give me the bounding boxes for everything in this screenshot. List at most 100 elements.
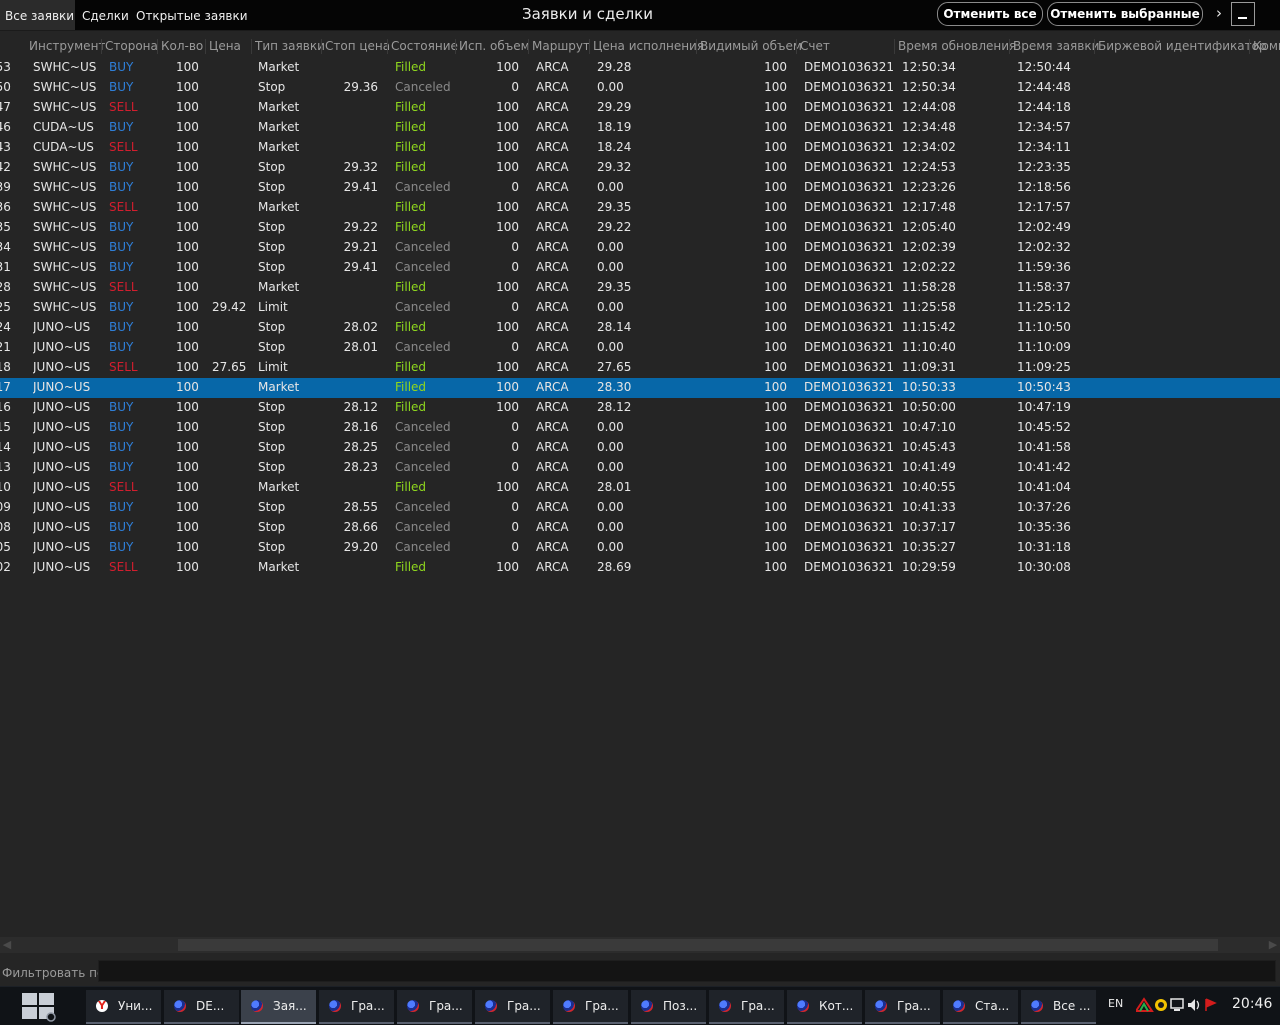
cell-filled: 0: [511, 420, 519, 434]
table-row[interactable]: 047 SWHC~US SELL 100 Market Filled 100 ARCA 29.2…: [0, 98, 1280, 118]
column-header-order-type[interactable]: Тип заявки: [255, 37, 325, 55]
column-header-stop-price[interactable]: Стоп цена: [325, 37, 390, 55]
cell-side: BUY: [109, 420, 134, 434]
column-divider[interactable]: [321, 39, 322, 54]
table-row[interactable]: 034 SWHC~US BUY 100 Stop 29.21 Canceled 0 ARCA 0.…: [0, 238, 1280, 258]
taskbar-item[interactable]: Гра...: [475, 990, 550, 1024]
table-row[interactable]: 050 SWHC~US BUY 100 Stop 29.36 Canceled 0 ARCA 0.…: [0, 78, 1280, 98]
horizontal-scrollbar[interactable]: ◀ ▶: [0, 937, 1280, 953]
scrollbar-thumb[interactable]: [178, 939, 1218, 951]
minimize-button[interactable]: [1231, 2, 1255, 26]
taskbar-item[interactable]: Гра...: [553, 990, 628, 1024]
cell-stop: [330, 478, 378, 498]
filter-bar: Фильтровать по: [0, 959, 1280, 985]
cell-stop: [330, 118, 378, 138]
cell-status: Filled: [395, 200, 427, 214]
taskbar-item[interactable]: Зая...: [241, 990, 316, 1024]
table-row[interactable]: 014 JUNO~US BUY 100 Stop 28.25 Canceled 0 ARCA 0.…: [0, 438, 1280, 458]
column-divider[interactable]: [455, 39, 456, 54]
table-row[interactable]: 039 SWHC~US BUY 100 Stop 29.41 Canceled 0 ARCA 0.…: [0, 178, 1280, 198]
filter-input[interactable]: [98, 960, 1276, 982]
cell-account: DEMO1036321: [804, 220, 895, 234]
cancel-selected-button[interactable]: Отменить выбранные: [1047, 2, 1203, 26]
column-header-qty[interactable]: Кол-во: [161, 37, 203, 55]
table-row[interactable]: 031 SWHC~US BUY 100 Stop 29.41 Canceled 0 ARCA 0.…: [0, 258, 1280, 278]
table-row[interactable]: 009 JUNO~US BUY 100 Stop 28.55 Canceled 0 ARCA 0.…: [0, 498, 1280, 518]
column-header-exec-price[interactable]: Цена исполнения: [593, 37, 704, 55]
column-header-filled-qty[interactable]: Исп. объем: [459, 37, 530, 55]
column-header-side[interactable]: Сторона: [105, 37, 158, 55]
cell-id: 035: [0, 220, 11, 234]
table-row[interactable]: 005 JUNO~US BUY 100 Stop 29.20 Canceled 0 ARCA 0.…: [0, 538, 1280, 558]
table-row[interactable]: 053 SWHC~US BUY 100 Market Filled 100 ARCA 29.28…: [0, 58, 1280, 78]
column-divider[interactable]: [205, 39, 206, 54]
column-header-route[interactable]: Маршрут: [532, 37, 590, 55]
table-row[interactable]: 024 JUNO~US BUY 100 Stop 28.02 Filled 100 ARCA 28…: [0, 318, 1280, 338]
cell-visible: 100: [764, 420, 787, 434]
column-header-instrument[interactable]: Инструмент: [29, 37, 105, 55]
input-language[interactable]: EN: [1108, 997, 1123, 1010]
table-row[interactable]: 035 SWHC~US BUY 100 Stop 29.22 Filled 100 ARCA 29…: [0, 218, 1280, 238]
column-header-account[interactable]: Счет: [800, 37, 830, 55]
taskbar-item[interactable]: Все ...: [1021, 990, 1096, 1024]
column-header-update-time[interactable]: Время обновления: [898, 37, 1016, 55]
taskbar-item[interactable]: Гра...: [865, 990, 940, 1024]
taskbar-item[interactable]: Гра...: [397, 990, 472, 1024]
column-divider[interactable]: [589, 39, 590, 54]
scroll-right-icon[interactable]: ▶: [1266, 937, 1280, 953]
taskbar-item[interactable]: Кот...: [787, 990, 862, 1024]
column-divider[interactable]: [101, 39, 102, 54]
table-row[interactable]: 017 JUNO~US 100 Market Filled 100 ARCA 28.30 100…: [0, 378, 1280, 398]
column-header-price[interactable]: Цена: [209, 37, 241, 55]
column-header-status[interactable]: Состояние: [391, 37, 458, 55]
taskbar-item[interactable]: Поз...: [631, 990, 706, 1024]
table-row[interactable]: 008 JUNO~US BUY 100 Stop 28.66 Canceled 0 ARCA 0.…: [0, 518, 1280, 538]
column-divider[interactable]: [1094, 39, 1095, 54]
column-divider[interactable]: [528, 39, 529, 54]
table-row[interactable]: 016 JUNO~US BUY 100 Stop 28.12 Filled 100 ARCA 28…: [0, 398, 1280, 418]
column-divider[interactable]: [1249, 39, 1250, 54]
start-button[interactable]: [20, 990, 58, 1022]
taskbar-item[interactable]: Гра...: [709, 990, 784, 1024]
cancel-all-button[interactable]: Отменить все: [937, 2, 1043, 26]
taskbar-item[interactable]: DE...: [164, 990, 239, 1024]
column-header-exchange-id[interactable]: Биржевой идентификатор: [1098, 37, 1267, 55]
system-tray[interactable]: [1134, 995, 1220, 1015]
column-header-comment[interactable]: Комм: [1253, 37, 1280, 55]
column-divider[interactable]: [696, 39, 697, 54]
scroll-left-icon[interactable]: ◀: [0, 937, 14, 953]
taskbar-item[interactable]: Гра...: [319, 990, 394, 1024]
column-divider[interactable]: [157, 39, 158, 54]
column-divider[interactable]: [894, 39, 895, 54]
table-row[interactable]: 043 CUDA~US SELL 100 Market Filled 100 ARCA 18.2…: [0, 138, 1280, 158]
app-icon: [251, 1000, 263, 1012]
table-row[interactable]: 015 JUNO~US BUY 100 Stop 28.16 Canceled 0 ARCA 0.…: [0, 418, 1280, 438]
cell-route: ARCA: [536, 480, 569, 494]
cell-qty: 100: [176, 440, 199, 454]
table-row[interactable]: 046 CUDA~US BUY 100 Market Filled 100 ARCA 18.19…: [0, 118, 1280, 138]
table-row[interactable]: 013 JUNO~US BUY 100 Stop 28.23 Canceled 0 ARCA 0.…: [0, 458, 1280, 478]
cell-visible: 100: [764, 400, 787, 414]
table-row[interactable]: 021 JUNO~US BUY 100 Stop 28.01 Canceled 0 ARCA 0.…: [0, 338, 1280, 358]
cell-account: DEMO1036321: [804, 380, 895, 394]
column-divider[interactable]: [796, 39, 797, 54]
table-row[interactable]: 042 SWHC~US BUY 100 Stop 29.32 Filled 100 ARCA 29…: [0, 158, 1280, 178]
column-header-visible-qty[interactable]: Видимый объем: [700, 37, 802, 55]
column-divider[interactable]: [387, 39, 388, 54]
cell-time: 10:37:26: [1017, 500, 1071, 514]
table-row[interactable]: 002 JUNO~US SELL 100 Market Filled 100 ARCA 28.6…: [0, 558, 1280, 578]
cell-type: Market: [258, 560, 300, 574]
table-row[interactable]: 018 JUNO~US SELL 100 27.65 Limit Filled 100 ARCA…: [0, 358, 1280, 378]
table-row[interactable]: 025 SWHC~US BUY 100 29.42 Limit Canceled 0 ARCA 0…: [0, 298, 1280, 318]
column-divider[interactable]: [1009, 39, 1010, 54]
taskbar-item[interactable]: Уни...: [86, 990, 161, 1024]
table-row[interactable]: 010 JUNO~US SELL 100 Market Filled 100 ARCA 28.0…: [0, 478, 1280, 498]
chevron-right-icon[interactable]: ›: [1212, 3, 1226, 23]
table-row[interactable]: 028 SWHC~US SELL 100 Market Filled 100 ARCA 29.3…: [0, 278, 1280, 298]
table-row[interactable]: 036 SWHC~US SELL 100 Market Filled 100 ARCA 29.3…: [0, 198, 1280, 218]
taskbar-item[interactable]: Ста...: [943, 990, 1018, 1024]
column-divider[interactable]: [251, 39, 252, 54]
cell-instrument: SWHC~US: [33, 180, 97, 194]
column-header-order-time[interactable]: Время заявки: [1013, 37, 1099, 55]
cell-status: Canceled: [395, 80, 451, 94]
